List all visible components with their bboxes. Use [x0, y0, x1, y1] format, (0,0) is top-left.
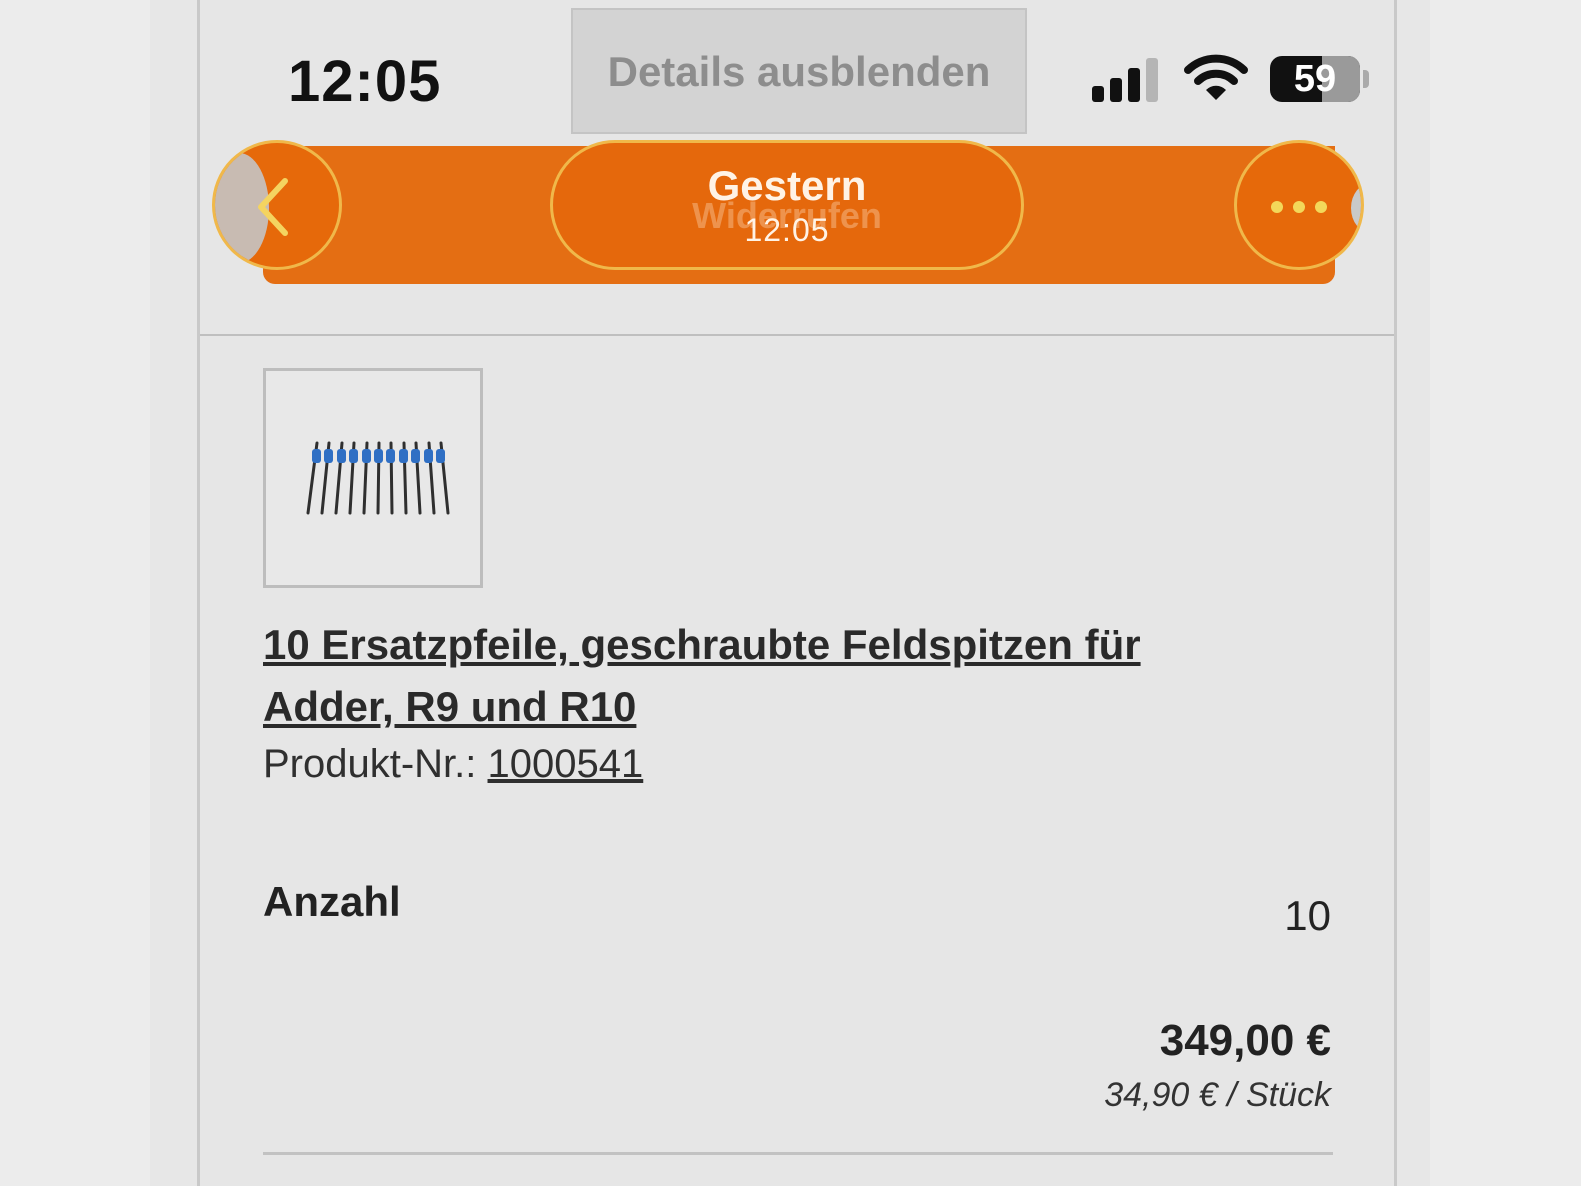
quantity-value: 10: [1284, 892, 1331, 939]
ellipsis-icon: [1271, 201, 1327, 213]
quantity-label: Anzahl: [263, 878, 401, 925]
cellular-signal-icon: [1092, 56, 1162, 102]
wifi-icon: [1184, 54, 1248, 100]
status-time: 12:05: [288, 49, 442, 114]
back-button[interactable]: [212, 140, 342, 270]
more-options-button[interactable]: [1234, 140, 1364, 270]
date-time: 12:05: [744, 211, 830, 248]
battery-level: 59: [1293, 57, 1337, 100]
chevron-left-icon: [258, 178, 288, 236]
total-price: 349,00 €: [1159, 1016, 1331, 1065]
product-image[interactable]: [263, 368, 483, 588]
header-divider: [200, 334, 1394, 336]
item-divider: [263, 1152, 1333, 1155]
battery-tip: [1363, 70, 1369, 88]
details-toggle-button[interactable]: Details ausblenden: [571, 8, 1027, 134]
date-day: Gestern: [707, 161, 867, 209]
unit-price: 34,90 € / Stück: [1104, 1076, 1331, 1114]
product-number-link[interactable]: 1000541: [488, 742, 644, 786]
battery-icon: 59: [1270, 56, 1360, 102]
arrows-product-image-icon: [306, 441, 450, 515]
product-title-link[interactable]: 10 Ersatzpfeile, geschraubte Feldspitzen…: [263, 614, 1163, 738]
phone-screen: 12:05 Details ausblenden 59 Widerrufen G…: [197, 0, 1397, 1186]
product-number-label: Produkt-Nr.:: [263, 742, 488, 786]
date-pill[interactable]: Widerrufen Gestern 12:05: [550, 140, 1024, 270]
product-number: Produkt-Nr.: 1000541: [263, 742, 643, 787]
